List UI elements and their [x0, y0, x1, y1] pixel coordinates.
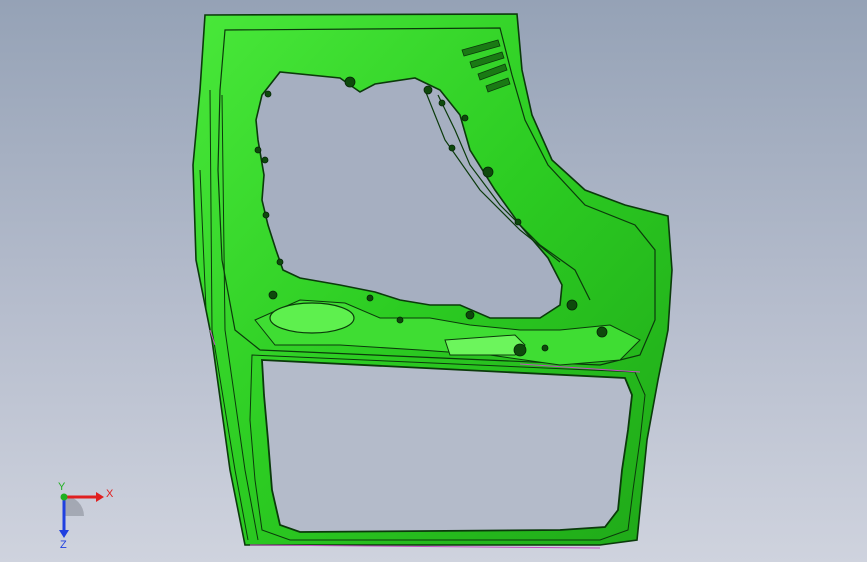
- lower-opening: [261, 359, 633, 533]
- door-panel-model[interactable]: [0, 0, 867, 562]
- x-axis-arrowhead: [96, 492, 104, 502]
- y-axis-dot: [60, 493, 68, 501]
- x-axis-label: X: [106, 488, 114, 500]
- z-axis-arrowhead: [59, 530, 69, 538]
- y-axis-label: Y: [58, 481, 66, 493]
- z-axis-label: Z: [60, 539, 67, 550]
- orientation-triad[interactable]: X Y Z: [40, 480, 120, 551]
- triad-shadow: [64, 496, 84, 516]
- graphics-viewport[interactable]: X Y Z: [0, 0, 867, 562]
- speaker-recess: [269, 302, 355, 334]
